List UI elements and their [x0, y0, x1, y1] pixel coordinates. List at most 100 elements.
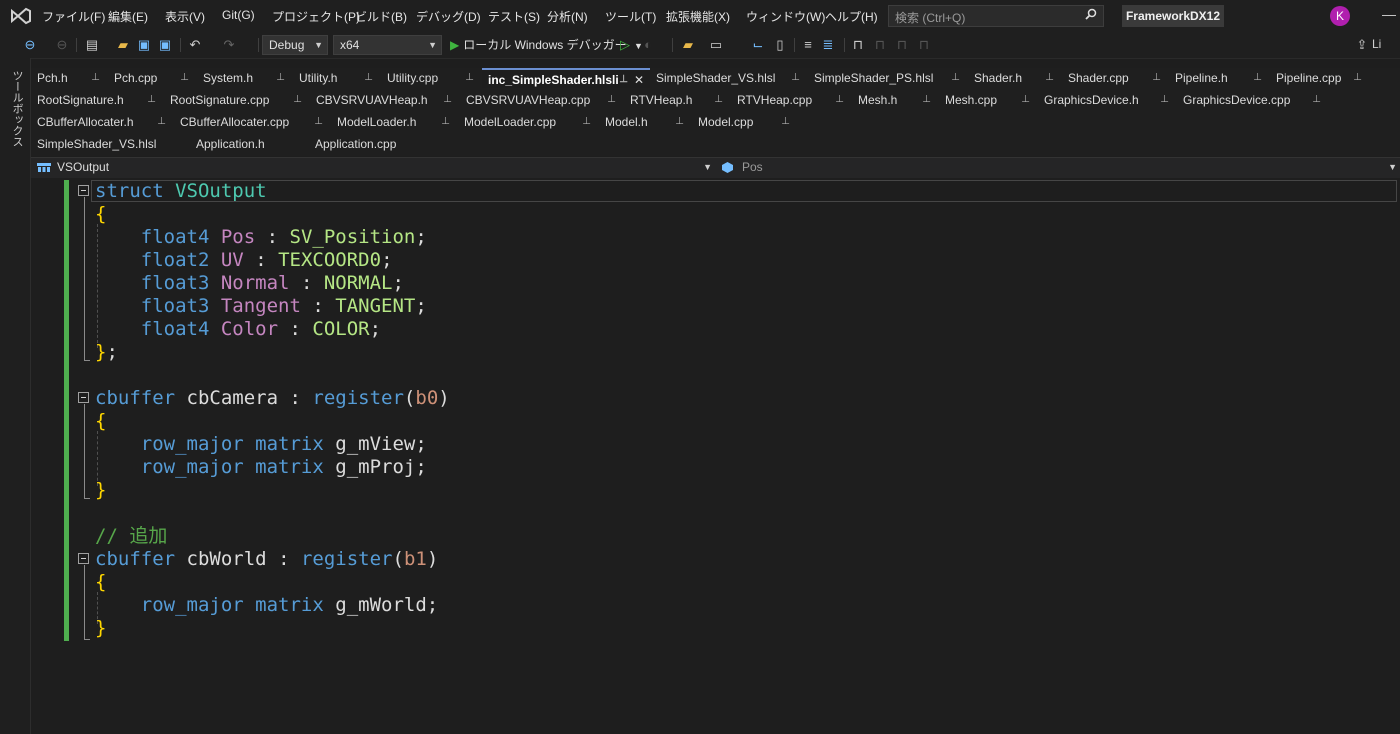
tab-cbufferallocater-cpp[interactable]: CBufferAllocater.cpp ⊥ — [174, 112, 331, 132]
code-editor[interactable]: struct VSOutput { float4 Pos : SV_Positi… — [31, 178, 1400, 734]
save-icon[interactable]: ▣ — [136, 37, 152, 53]
tab-shader-cpp[interactable]: Shader.cpp ⊥ — [1062, 68, 1169, 88]
tab-inc-simpleshader-hlsli[interactable]: inc_SimpleShader.hlsli ⊥ ✕ — [482, 68, 650, 88]
tab-pipeline-cpp[interactable]: Pipeline.cpp ⊥ — [1270, 68, 1370, 88]
tab-rtvheap-cpp[interactable]: RTVHeap.cpp ⊥ — [731, 90, 852, 110]
menu-debug[interactable]: デバッグ(D) — [416, 8, 481, 25]
start-debugging-button[interactable]: ▶ ローカル Windows デバッガー ▼ — [450, 35, 643, 55]
menu-build[interactable]: ビルド(B) — [355, 8, 407, 25]
pin-icon[interactable]: ⊥ — [1312, 90, 1321, 110]
close-icon[interactable]: ✕ — [634, 70, 644, 90]
live-share-label[interactable]: Li — [1372, 37, 1381, 51]
open-folder-icon[interactable]: ▰ — [115, 37, 131, 53]
pin-icon[interactable]: ⊥ — [314, 112, 323, 132]
configuration-select[interactable]: Debug ▼ — [262, 35, 328, 55]
save-all-icon[interactable]: ▣ — [157, 37, 173, 53]
bookmark-next-icon[interactable]: ⊓ — [894, 37, 910, 53]
pin-icon[interactable]: ⊥ — [951, 68, 960, 88]
comment-icon[interactable]: ≡ — [800, 37, 816, 53]
pin-icon[interactable]: ⊥ — [1021, 90, 1030, 110]
pin-icon[interactable]: ⊥ — [443, 90, 452, 110]
search-input[interactable]: 検索 (Ctrl+Q) — [888, 5, 1104, 27]
collapse-struct-toggle[interactable] — [78, 185, 89, 196]
pin-icon[interactable]: ⊥ — [1253, 68, 1262, 88]
tab-mesh-h[interactable]: Mesh.h ⊥ — [852, 90, 939, 110]
visual-studio-logo-icon[interactable] — [10, 7, 32, 25]
tab-modelloader-h[interactable]: ModelLoader.h ⊥ — [331, 112, 458, 132]
pin-icon[interactable]: ⊥ — [465, 68, 474, 88]
bookmark-icon[interactable]: ⊓ — [850, 37, 866, 53]
toolbox-tab[interactable]: ツールボックス — [9, 70, 25, 147]
platform-select[interactable]: x64 ▼ — [333, 35, 442, 55]
menu-git[interactable]: Git(G) — [222, 8, 255, 22]
menu-help[interactable]: ヘルプ(H) — [825, 8, 878, 25]
tab-application-h[interactable]: Application.h — [190, 134, 309, 154]
menu-tools[interactable]: ツール(T) — [605, 8, 656, 25]
pin-icon[interactable]: ⊥ — [582, 112, 591, 132]
forward-icon[interactable]: ⊖ — [54, 37, 70, 53]
layout-icon[interactable]: ▭ — [708, 37, 724, 53]
uncomment-icon[interactable]: ≣ — [820, 37, 836, 53]
pin-icon[interactable]: ⊥ — [1152, 68, 1161, 88]
tab-shader-h[interactable]: Shader.h ⊥ — [968, 68, 1062, 88]
pin-icon[interactable]: ⊥ — [364, 68, 373, 88]
browse-folder-icon[interactable]: ▰ — [680, 37, 696, 53]
pin-icon[interactable]: ⊥ — [91, 68, 100, 88]
tab-utility-h[interactable]: Utility.h ⊥ — [293, 68, 381, 88]
new-item-icon[interactable]: ▤ — [84, 37, 100, 53]
copy-icon[interactable]: ▯ — [772, 37, 788, 53]
back-icon[interactable]: ⊖ — [22, 37, 38, 53]
project-name-badge[interactable]: FrameworkDX12 — [1122, 5, 1224, 27]
tab-cbufferallocater-h[interactable]: CBufferAllocater.h ⊥ — [31, 112, 174, 132]
tab-modelloader-cpp[interactable]: ModelLoader.cpp ⊥ — [458, 112, 599, 132]
pin-icon[interactable]: ⊥ — [714, 90, 723, 110]
pin-icon[interactable]: ⊥ — [293, 90, 302, 110]
pin-icon[interactable]: ⊥ — [147, 90, 156, 110]
tab-cbvsrvuavheap-cpp[interactable]: CBVSRVUAVHeap.cpp ⊥ — [460, 90, 624, 110]
tab-application-cpp[interactable]: Application.cpp — [309, 134, 442, 154]
avatar[interactable]: K — [1330, 6, 1350, 26]
pin-icon[interactable]: ⊥ — [675, 112, 684, 132]
tab-simpleshader-ps-hlsl[interactable]: SimpleShader_PS.hlsl ⊥ — [808, 68, 968, 88]
pin-icon[interactable]: ⊥ — [180, 68, 189, 88]
menu-edit[interactable]: 編集(E) — [108, 8, 148, 25]
tab-system-h[interactable]: System.h ⊥ — [197, 68, 293, 88]
bookmark-clear-icon[interactable]: ⊓ — [916, 37, 932, 53]
hot-reload-icon[interactable]: ◐ — [640, 37, 656, 53]
collapse-cbworld-toggle[interactable] — [78, 553, 89, 564]
pin-icon[interactable]: ⊥ — [1160, 90, 1169, 110]
tab-simpleshader-vs-hlsl[interactable]: SimpleShader_VS.hlsl ⊥ — [650, 68, 808, 88]
menu-file[interactable]: ファイル(F) — [42, 8, 105, 25]
pin-icon[interactable]: ⊥ — [619, 70, 628, 90]
tab-pch-cpp[interactable]: Pch.cpp ⊥ — [108, 68, 197, 88]
pin-icon[interactable]: ⊥ — [1045, 68, 1054, 88]
tab-mesh-cpp[interactable]: Mesh.cpp ⊥ — [939, 90, 1038, 110]
pin-icon[interactable]: ⊥ — [441, 112, 450, 132]
tab-graphicsdevice-h[interactable]: GraphicsDevice.h ⊥ — [1038, 90, 1177, 110]
tab-graphicsdevice-cpp[interactable]: GraphicsDevice.cpp ⊥ — [1177, 90, 1329, 110]
minimize-button[interactable]: — — [1382, 6, 1396, 22]
step-icon[interactable]: ⌙ — [750, 37, 766, 53]
redo-icon[interactable]: ↷ — [221, 37, 237, 53]
collapse-cbcamera-toggle[interactable] — [78, 392, 89, 403]
tab-rootsignature-h[interactable]: RootSignature.h ⊥ — [31, 90, 164, 110]
bookmark-prev-icon[interactable]: ⊓ — [872, 37, 888, 53]
pin-icon[interactable]: ⊥ — [1353, 68, 1362, 88]
undo-icon[interactable]: ↶ — [187, 37, 203, 53]
menu-project[interactable]: プロジェクト(P) — [272, 8, 360, 25]
tab-pipeline-h[interactable]: Pipeline.h ⊥ — [1169, 68, 1270, 88]
menu-analyze[interactable]: 分析(N) — [547, 8, 588, 25]
menu-extensions[interactable]: 拡張機能(X) — [666, 8, 730, 25]
pin-icon[interactable]: ⊥ — [791, 68, 800, 88]
pin-icon[interactable]: ⊥ — [922, 90, 931, 110]
tab-rootsignature-cpp[interactable]: RootSignature.cpp ⊥ — [164, 90, 310, 110]
pin-icon[interactable]: ⊥ — [835, 90, 844, 110]
tab-rtvheap-h[interactable]: RTVHeap.h ⊥ — [624, 90, 731, 110]
scope-dropdown[interactable]: VSOutput ▼ — [31, 158, 714, 177]
pin-icon[interactable]: ⊥ — [276, 68, 285, 88]
start-without-debugging-icon[interactable]: ▷ — [617, 37, 633, 53]
member-dropdown[interactable]: Pos ▼ — [716, 158, 1399, 177]
menu-test[interactable]: テスト(S) — [488, 8, 540, 25]
tab-pch-h[interactable]: Pch.h ⊥ — [31, 68, 108, 88]
pin-icon[interactable]: ⊥ — [157, 112, 166, 132]
